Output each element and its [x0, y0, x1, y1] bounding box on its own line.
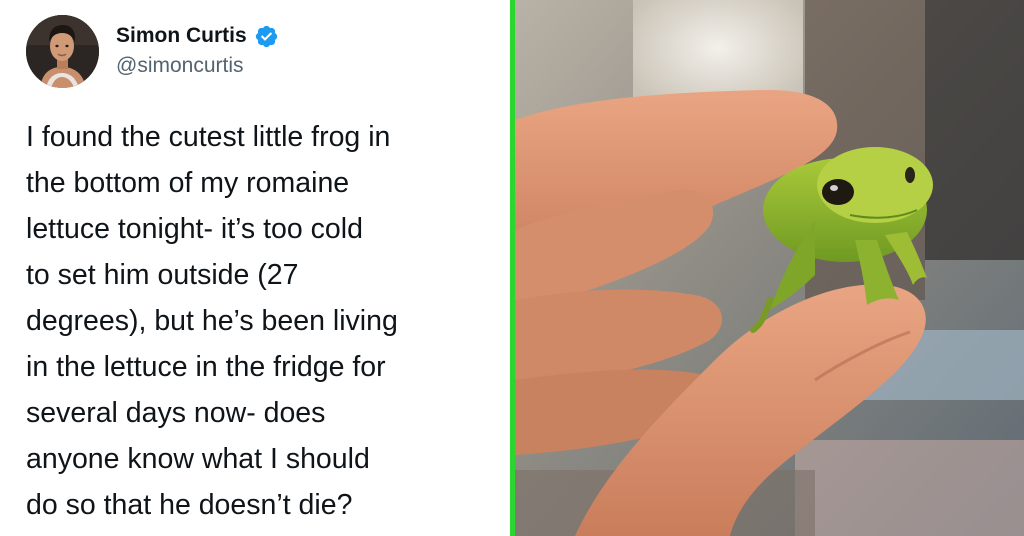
tweet-text-line: lettuce tonight- it’s too cold — [26, 213, 363, 245]
meme-image: Simon Curtis @simoncurtis I found the cu… — [0, 0, 1024, 536]
author-display-name[interactable]: Simon Curtis — [116, 24, 247, 48]
tweet-text-line: to set him outside (27 — [26, 259, 299, 291]
avatar[interactable] — [26, 15, 99, 88]
author-name-row: Simon Curtis — [116, 22, 279, 50]
avatar-photo — [26, 15, 99, 88]
tweet-text-line: in the lettuce in the fridge for — [26, 351, 386, 383]
author-handle[interactable]: @simoncurtis — [116, 54, 244, 78]
tweet-text: I found the cutest little frog in the bo… — [26, 114, 504, 528]
frog-photo — [515, 0, 1024, 536]
verified-badge-icon — [255, 25, 277, 47]
tweet-text-line: degrees), but he’s been living — [26, 305, 398, 337]
tweet-text-line: the bottom of my romaine — [26, 167, 350, 199]
frog-on-finger-illustration — [515, 0, 1024, 536]
tweet-text-line: I found the cutest little frog in — [26, 121, 391, 153]
tweet-text-line: anyone know what I should — [26, 443, 370, 475]
tweet-card: Simon Curtis @simoncurtis I found the cu… — [0, 0, 510, 536]
tweet-text-line: do so that he doesn’t die? — [26, 489, 353, 521]
tweet-text-line: several days now- does — [26, 397, 326, 429]
